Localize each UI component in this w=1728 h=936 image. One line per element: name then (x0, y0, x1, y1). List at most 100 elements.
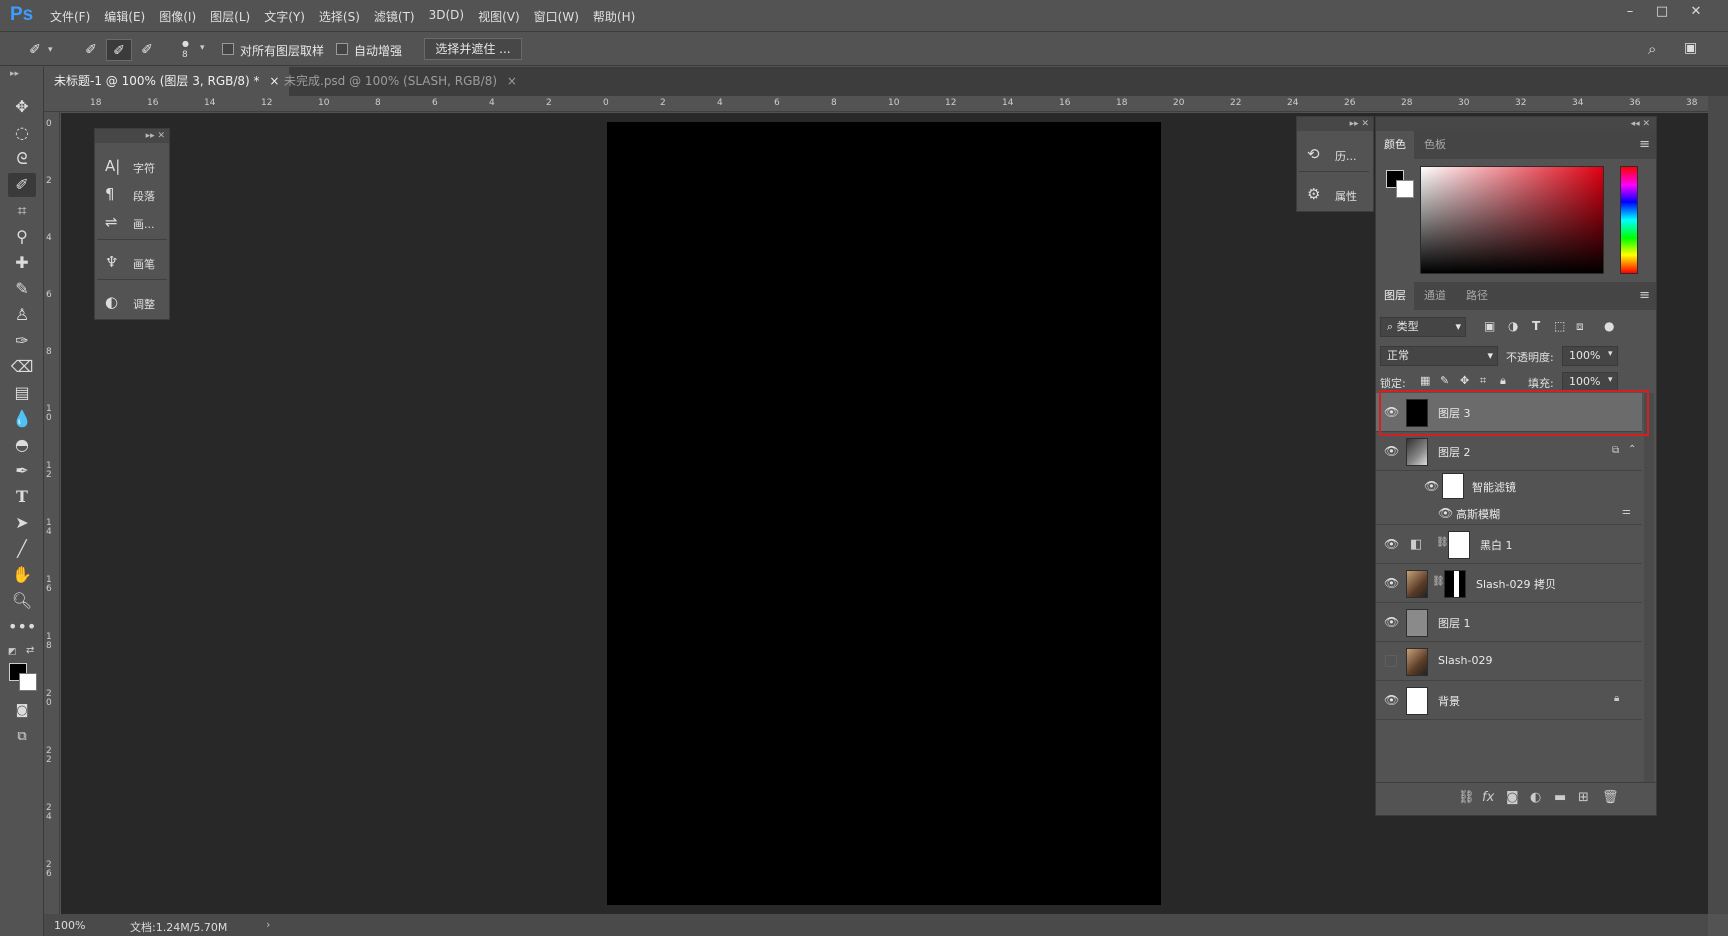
visibility-eye-icon[interactable]: 👁︎ (1384, 615, 1399, 629)
brush-dot-icon[interactable]: ● (182, 39, 189, 48)
hue-slider[interactable] (1620, 166, 1638, 274)
new-selection-icon[interactable]: ✐ (78, 39, 104, 61)
panel-properties[interactable]: ⚙ 属性 (1297, 181, 1371, 207)
tab-paths[interactable]: 路径 (1458, 282, 1496, 310)
fill-chevron-icon[interactable]: ▾ (1608, 375, 1613, 385)
tab-swatches[interactable]: 色板 (1416, 131, 1454, 159)
layer-name[interactable]: 黑白 1 (1480, 537, 1513, 553)
more-tools-icon[interactable]: ••• (8, 615, 36, 639)
layer-row-gaussian-blur[interactable]: 👁︎ 高斯模糊 ⚌ (1376, 501, 1642, 525)
layer-name[interactable]: 图层 2 (1438, 444, 1471, 460)
color-picker-field[interactable] (1420, 166, 1604, 274)
layer-name[interactable]: 图层 1 (1438, 615, 1471, 631)
quick-mask-icon[interactable]: ◙ (8, 699, 36, 723)
add-mask-icon[interactable]: ◙ (1506, 790, 1519, 805)
layer-name[interactable]: Slash-029 拷贝 (1476, 576, 1556, 592)
link-icon[interactable]: ⛓ (1432, 576, 1445, 587)
document-canvas[interactable] (607, 122, 1161, 905)
filter-smart-object-icon[interactable]: ⧈ (1576, 319, 1584, 334)
eraser-tool-icon[interactable]: ⌫ (8, 355, 36, 379)
add-to-selection-icon[interactable]: ✐ (106, 39, 132, 61)
status-menu-arrow-icon[interactable]: › (266, 918, 270, 931)
crop-tool-icon[interactable]: ⌗ (8, 199, 36, 223)
hand-tool-icon[interactable]: ✋ (8, 563, 36, 587)
tab-channels[interactable]: 通道 (1416, 282, 1454, 310)
panel-dock-header[interactable]: ▸▸ ✕ (1297, 117, 1373, 131)
menu-window[interactable]: 窗口(W) (534, 8, 579, 25)
workspace-icon[interactable]: ▣ (1684, 40, 1697, 56)
close-window-icon[interactable]: ✕ (1680, 2, 1712, 22)
swap-colors-icon[interactable]: ⇄ (26, 645, 34, 656)
layer-row-slash-029[interactable]: Slash-029 (1376, 642, 1642, 681)
filter-shape-icon[interactable]: ⬚ (1554, 319, 1565, 333)
panel-adjustments[interactable]: ◐ 调整 (95, 289, 169, 315)
filter-type-icon[interactable]: T (1532, 319, 1540, 333)
link-layers-icon[interactable]: ⛓ (1458, 790, 1475, 805)
collapse-tools-icon[interactable]: ▸▸ (10, 69, 19, 79)
marquee-tool-icon[interactable]: ◌ (8, 121, 36, 145)
lock-transparent-icon[interactable]: ▦ (1420, 374, 1430, 387)
delete-layer-icon[interactable]: 🗑︎ (1602, 790, 1619, 805)
panel-brush-settings[interactable]: ⇌ 画... (95, 209, 169, 235)
auto-enhance-checkbox[interactable] (336, 43, 348, 55)
new-group-icon[interactable]: ▬ (1554, 790, 1566, 805)
history-brush-tool-icon[interactable]: ✑ (8, 329, 36, 353)
lasso-tool-icon[interactable]: ᘓ (8, 147, 36, 171)
layer-row-background[interactable]: 👁︎ 背景 🔒︎ (1376, 681, 1642, 720)
default-colors-icon[interactable]: ◩ (8, 647, 17, 657)
layer-row-smart-filters[interactable]: 👁︎ 智能滤镜 (1376, 471, 1642, 501)
healing-brush-tool-icon[interactable]: ✚ (8, 251, 36, 275)
filter-toggle-icon[interactable]: ● (1604, 319, 1614, 333)
menu-file[interactable]: 文件(F) (50, 8, 90, 25)
screen-mode-icon[interactable]: ⧉ (8, 725, 36, 749)
filter-adjustment-icon[interactable]: ◑ (1508, 319, 1518, 333)
type-tool-icon[interactable]: T (8, 485, 36, 509)
zoom-tool-icon[interactable]: 🔍︎ (8, 589, 36, 613)
menu-help[interactable]: 帮助(H) (593, 8, 635, 25)
tab-unfinished-psd[interactable]: 未完成.psd @ 100% (SLASH, RGB/8) × (274, 67, 527, 96)
lock-position-icon[interactable]: ✥ (1460, 374, 1469, 387)
path-selection-tool-icon[interactable]: ➤ (8, 511, 36, 535)
panel-history[interactable]: ⟲ 历... (1297, 141, 1371, 167)
layer-row-layer-2[interactable]: 👁︎ 图层 2 ⧉ ⌃ (1376, 432, 1642, 471)
menu-type[interactable]: 文字(Y) (264, 8, 305, 25)
brush-tool-icon[interactable]: ✎ (8, 277, 36, 301)
background-color-swatch[interactable] (1396, 180, 1414, 198)
menu-3d[interactable]: 3D(D) (429, 8, 464, 25)
quick-selection-tool-icon[interactable]: ✐ (8, 173, 36, 197)
visibility-eye-icon[interactable]: 👁︎ (1384, 444, 1399, 458)
background-color-swatch[interactable] (19, 673, 37, 691)
panel-dock-header[interactable]: ▸▸ ✕ (95, 129, 169, 143)
tab-untitled-1[interactable]: 未标题-1 @ 100% (图层 3, RGB/8) * × (44, 67, 290, 96)
brush-size[interactable]: 8 (182, 50, 188, 60)
panel-menu-icon[interactable]: ≡ (1639, 137, 1650, 152)
select-and-mask-button[interactable]: 选择并遮住 ... (424, 38, 522, 60)
layer-row-layer-1[interactable]: 👁︎ 图层 1 (1376, 603, 1642, 642)
clone-stamp-tool-icon[interactable]: ♙ (8, 303, 36, 327)
close-tab-icon[interactable]: × (507, 74, 517, 88)
panel-column-header[interactable]: ◂◂ ✕ (1376, 117, 1656, 131)
menu-select[interactable]: 选择(S) (319, 8, 360, 25)
chevron-down-icon[interactable]: ▾ (48, 45, 53, 55)
tab-layers[interactable]: 图层 (1376, 282, 1414, 310)
panel-character[interactable]: A| 字符 (95, 153, 169, 179)
new-layer-icon[interactable]: ⊞ (1578, 790, 1589, 805)
tab-color[interactable]: 颜色 (1376, 131, 1414, 159)
lock-image-icon[interactable]: ✎ (1440, 374, 1449, 387)
layers-scrollbar[interactable] (1644, 393, 1654, 783)
visibility-eye-icon[interactable]: 👁︎ (1384, 537, 1399, 551)
sample-all-layers-checkbox[interactable] (222, 43, 234, 55)
fx-icon[interactable]: fx (1482, 790, 1494, 805)
layer-row-slash-029-copy[interactable]: 👁︎ ⛓ Slash-029 拷贝 (1376, 564, 1642, 603)
collapse-effects-icon[interactable]: ⌃ (1628, 444, 1636, 455)
menu-image[interactable]: 图像(I) (159, 8, 196, 25)
move-tool-icon[interactable]: ✥ (8, 95, 36, 119)
menu-filter[interactable]: 滤镜(T) (374, 8, 415, 25)
visibility-eye-icon[interactable]: 👁︎ (1384, 693, 1399, 707)
panel-menu-icon[interactable]: ≡ (1639, 288, 1650, 303)
vertical-scrollbar[interactable] (1708, 96, 1728, 914)
layer-name[interactable]: 背景 (1438, 693, 1460, 709)
filter-options-icon[interactable]: ⚌ (1622, 506, 1631, 517)
dodge-tool-icon[interactable]: ◓ (8, 433, 36, 457)
layer-mask-thumbnail[interactable] (1444, 570, 1466, 598)
